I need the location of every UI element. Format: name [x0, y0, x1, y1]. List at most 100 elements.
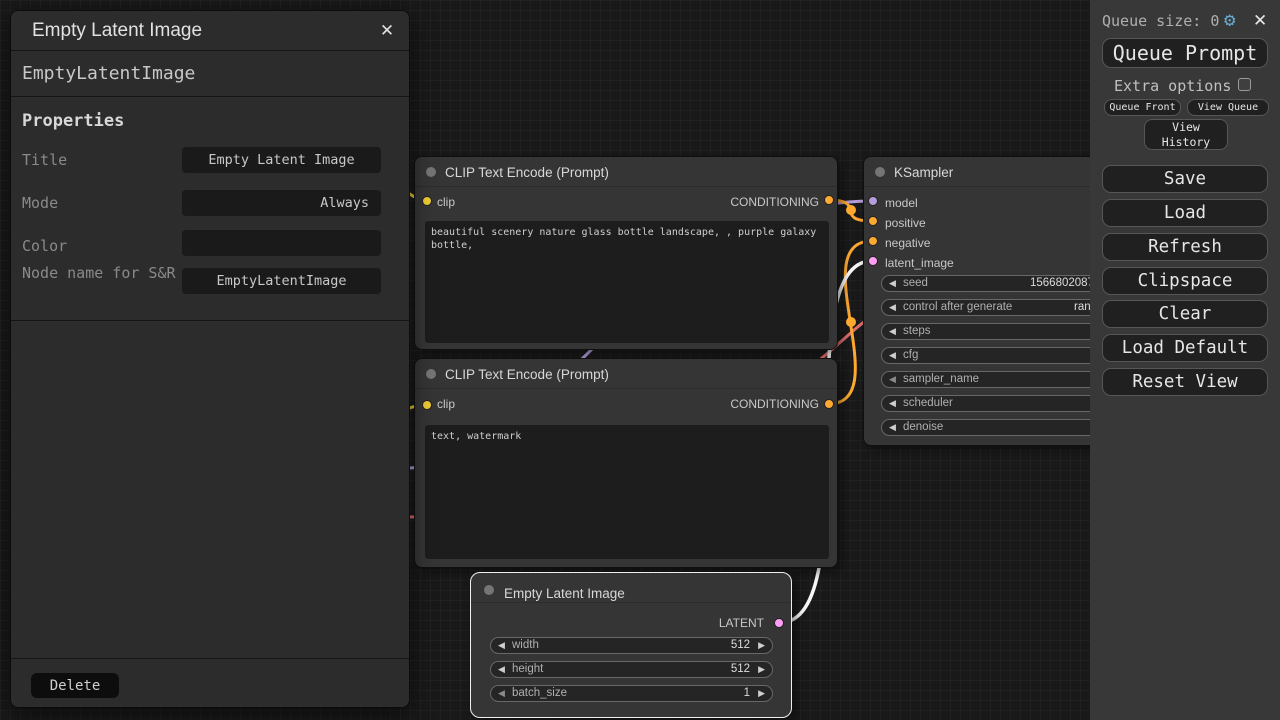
prompt-textarea[interactable]: beautiful scenery nature glass bottle la… [425, 221, 829, 343]
comfy-menu: Queue size: 0 ⚙ ✕ Queue Prompt Extra opt… [1090, 0, 1280, 720]
seed-widget[interactable]: ◀ seed 1566802087 [881, 275, 1109, 292]
decrement-arrow-icon[interactable]: ◀ [498, 664, 505, 675]
model-input-label: model [885, 196, 918, 210]
clipspace-button[interactable]: Clipspace [1102, 267, 1268, 295]
title-field-input[interactable]: Empty Latent Image [182, 147, 381, 173]
color-field-label: Color [22, 237, 67, 255]
decrement-arrow-icon[interactable]: ◀ [889, 350, 896, 361]
clip-input-label: clip [437, 195, 455, 209]
reset-view-button[interactable]: Reset View [1102, 368, 1268, 396]
dialog-divider [11, 658, 409, 659]
extra-options-checkbox[interactable] [1238, 78, 1251, 91]
node-title: CLIP Text Encode (Prompt) [445, 165, 609, 180]
queue-size-text: Queue size: 0 [1102, 12, 1219, 30]
node-collapse-dot-icon[interactable] [426, 369, 436, 379]
node-collapse-dot-icon[interactable] [484, 585, 494, 595]
decrement-arrow-icon[interactable]: ◀ [889, 302, 896, 313]
properties-section-heading: Properties [22, 111, 124, 131]
scheduler-widget[interactable]: ◀ scheduler [881, 395, 1109, 412]
clip-input-label: clip [437, 397, 455, 411]
node-name-sr-field-input[interactable]: EmptyLatentImage [182, 268, 381, 294]
steps-widget[interactable]: ◀ steps [881, 323, 1109, 340]
view-history-button[interactable]: View History [1144, 119, 1228, 150]
dialog-divider [11, 320, 409, 321]
widget-value: 1566802087 [1030, 277, 1094, 289]
decrement-arrow-icon[interactable]: ◀ [889, 326, 896, 337]
extra-options-label: Extra options [1114, 77, 1231, 95]
gear-icon[interactable]: ⚙ [1224, 10, 1235, 30]
widget-value: 512 [731, 663, 750, 675]
widget-value: 512 [731, 639, 750, 651]
node-clip-text-encode-negative[interactable]: CLIP Text Encode (Prompt) clip CONDITION… [414, 358, 838, 568]
mode-field-label: Mode [22, 194, 58, 212]
widget-label: sampler_name [903, 373, 979, 385]
decrement-arrow-icon[interactable]: ◀ [498, 688, 505, 699]
node-title: KSampler [894, 165, 953, 180]
increment-arrow-icon[interactable]: ▶ [758, 640, 765, 651]
node-header[interactable]: CLIP Text Encode (Prompt) [415, 157, 837, 187]
decrement-arrow-icon[interactable]: ◀ [889, 374, 896, 385]
control-after-generate-widget[interactable]: ◀ control after generate ran [881, 299, 1109, 316]
positive-input-label: positive [885, 216, 926, 230]
widget-label: steps [903, 325, 931, 337]
queue-prompt-button[interactable]: Queue Prompt [1102, 38, 1268, 68]
node-header[interactable]: Empty Latent Image [471, 573, 791, 603]
node-type-name: EmptyLatentImage [11, 51, 409, 97]
negative-input-label: negative [885, 236, 930, 250]
node-ksampler[interactable]: KSampler model positive negative latent_… [863, 156, 1116, 446]
color-field-input[interactable] [182, 230, 381, 256]
save-button[interactable]: Save [1102, 165, 1268, 193]
conditioning-output-label: CONDITIONING [730, 195, 819, 209]
widget-value: 1 [744, 687, 750, 699]
widget-label: height [512, 663, 543, 675]
node-title: Empty Latent Image [504, 586, 625, 601]
node-title: CLIP Text Encode (Prompt) [445, 367, 609, 382]
node-header[interactable]: CLIP Text Encode (Prompt) [415, 359, 837, 389]
widget-label: denoise [903, 421, 943, 433]
view-queue-button[interactable]: View Queue [1187, 99, 1269, 116]
latent-image-input-label: latent_image [885, 256, 954, 270]
widget-label: batch_size [512, 687, 567, 699]
title-field-label: Title [22, 151, 67, 169]
decrement-arrow-icon[interactable]: ◀ [498, 640, 505, 651]
batch-size-widget[interactable]: ◀ batch_size 1 ▶ [490, 685, 773, 702]
delete-button[interactable]: Delete [31, 673, 119, 698]
height-widget[interactable]: ◀ height 512 ▶ [490, 661, 773, 678]
close-icon[interactable]: ✕ [376, 20, 398, 42]
cfg-widget[interactable]: ◀ cfg [881, 347, 1109, 364]
decrement-arrow-icon[interactable]: ◀ [889, 398, 896, 409]
node-empty-latent-image[interactable]: Empty Latent Image LATENT ◀ width 512 ▶ … [470, 572, 792, 718]
widget-label: control after generate [903, 301, 1012, 313]
load-default-button[interactable]: Load Default [1102, 334, 1268, 362]
close-icon[interactable]: ✕ [1253, 11, 1267, 31]
comfyui-canvas[interactable]: CLIP Text Encode (Prompt) clip CONDITION… [0, 0, 1280, 720]
sampler-name-widget[interactable]: ◀ sampler_name [881, 371, 1109, 388]
decrement-arrow-icon[interactable]: ◀ [889, 278, 896, 289]
load-button[interactable]: Load [1102, 199, 1268, 227]
link-midpoint-dot [846, 205, 856, 215]
conditioning-output-label: CONDITIONING [730, 397, 819, 411]
width-widget[interactable]: ◀ width 512 ▶ [490, 637, 773, 654]
node-header[interactable]: KSampler [864, 157, 1115, 187]
prompt-textarea[interactable]: text, watermark [425, 425, 829, 559]
dialog-title: Empty Latent Image [32, 20, 202, 42]
decrement-arrow-icon[interactable]: ◀ [889, 422, 896, 433]
widget-label: cfg [903, 349, 918, 361]
node-collapse-dot-icon[interactable] [875, 167, 885, 177]
node-name-sr-field-label: Node name for S&R [22, 263, 177, 284]
node-properties-dialog: Empty Latent Image ✕ EmptyLatentImage Pr… [10, 10, 410, 708]
widget-label: seed [903, 277, 928, 289]
increment-arrow-icon[interactable]: ▶ [758, 664, 765, 675]
latent-output-label: LATENT [719, 616, 764, 630]
increment-arrow-icon[interactable]: ▶ [758, 688, 765, 699]
node-clip-text-encode-positive[interactable]: CLIP Text Encode (Prompt) clip CONDITION… [414, 156, 838, 350]
clear-button[interactable]: Clear [1102, 300, 1268, 328]
denoise-widget[interactable]: ◀ denoise [881, 419, 1109, 436]
link-midpoint-dot [846, 317, 856, 327]
widget-value: ran [1074, 301, 1091, 313]
mode-field-input[interactable]: Always [182, 190, 381, 216]
widget-label: width [512, 639, 539, 651]
refresh-button[interactable]: Refresh [1102, 233, 1268, 261]
queue-front-button[interactable]: Queue Front [1104, 99, 1181, 116]
node-collapse-dot-icon[interactable] [426, 167, 436, 177]
